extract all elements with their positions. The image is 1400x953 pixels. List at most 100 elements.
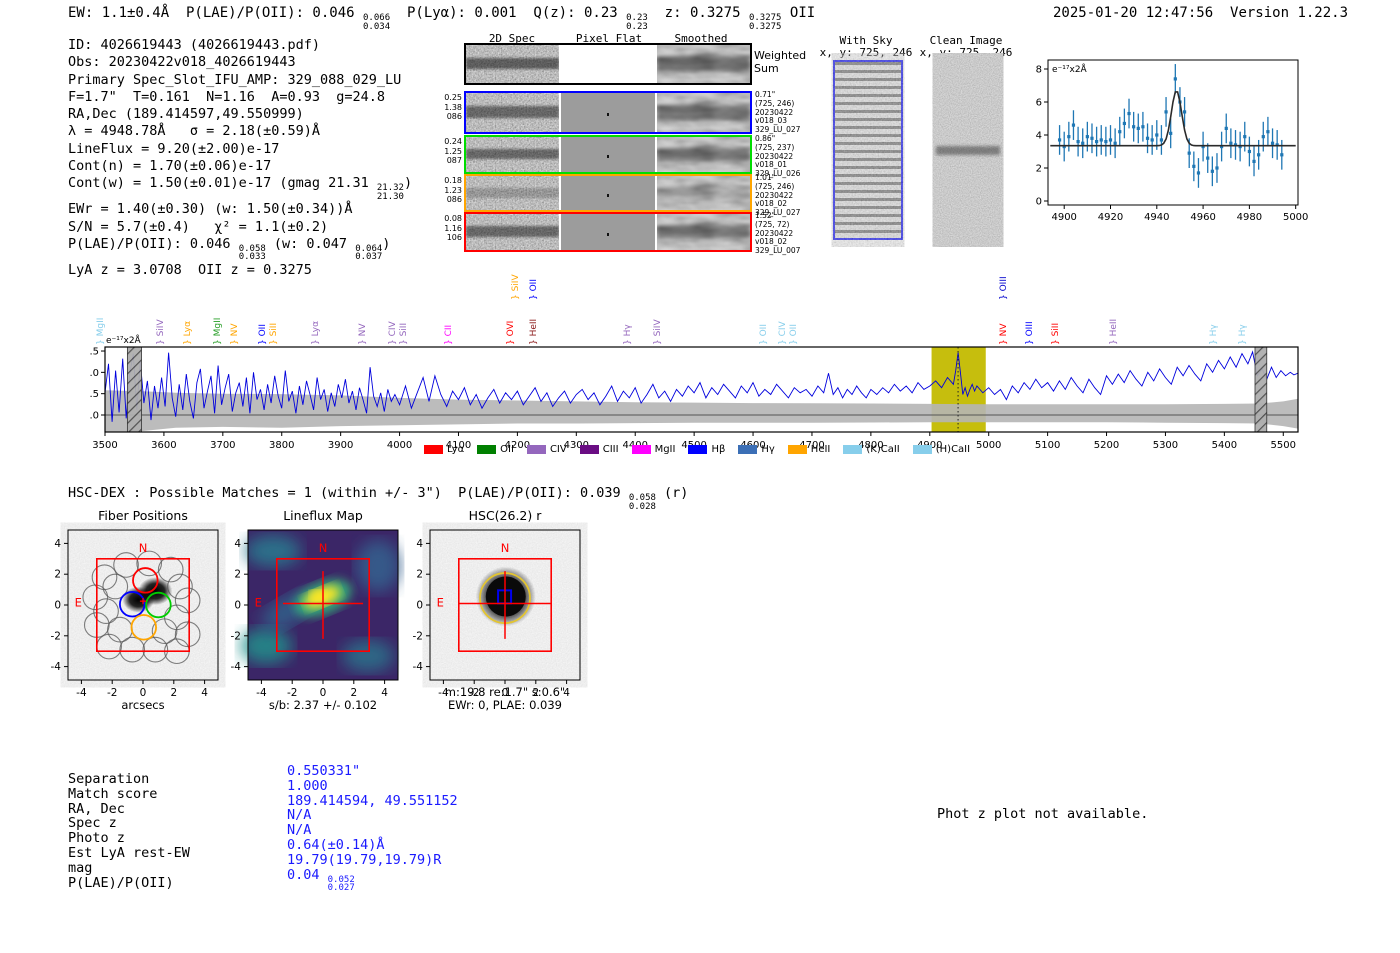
svg-text:-4: -4 [51, 661, 62, 673]
spec2d-exposure-row-1-flat-segment [561, 137, 655, 172]
row-2-left-label: 0.18 1.23 086 [444, 176, 462, 204]
lineflux-map-panel: NELineflux Map-4-4-2-2002244s/b: 2.37 +/… [231, 508, 400, 712]
info-line-7: Cont(n) = 1.70(±0.06)e-17 [68, 158, 272, 175]
detection-info-block: ID: 4026619443 (4026619443.pdf) Obs: 2023… [68, 37, 412, 279]
withsky-image [833, 60, 903, 240]
match-label-0: Separation [68, 771, 150, 787]
match-label-4: Photo z [68, 830, 125, 847]
svg-text:-2: -2 [51, 630, 61, 642]
flat-dot [607, 113, 610, 117]
svg-text:-4: -4 [76, 687, 87, 699]
legend-label-7: HeII [810, 444, 831, 455]
line-fit-plot: 4900 4920 4940 4960 4980 5000 0 2 4 6 8 e⁻¹⁷x2Å [1036, 59, 1308, 223]
withsky-coords: x, y: 725, 246 [819, 46, 913, 59]
timestamp: 2025-01-20 12:47:56 [1053, 5, 1214, 21]
svg-text:E: E [75, 596, 82, 610]
spec2d-exposure-row-3 [464, 212, 752, 252]
legend-label-2: CIV [549, 444, 567, 455]
version-label: Version 1.22.3 [1230, 5, 1349, 21]
spec2d-weighted-row [464, 43, 752, 85]
legend-label-1: OII [500, 444, 514, 455]
svg-text:3600: 3600 [151, 440, 176, 451]
legend-swatch-2 [526, 445, 546, 454]
spec2d-exposure-row-3-smooth-segment [656, 214, 750, 250]
svg-text:-2: -2 [413, 630, 423, 642]
svg-text:0: 0 [416, 600, 423, 612]
legend-item-3: CIII [579, 444, 619, 455]
svg-text:HSC(26.2) r: HSC(26.2) r [469, 508, 543, 523]
spec2d-exposure-row-3-noise-segment [466, 214, 560, 250]
svg-text:2: 2 [170, 687, 177, 699]
timestamp-version: 2025-01-20 12:47:56 Version 1.22.3 [1053, 5, 1348, 21]
svg-text:4: 4 [234, 538, 241, 550]
spec2d-exposure-row-3-flat-segment [561, 214, 655, 250]
info-line-2: Primary Spec_Slot_IFU_AMP: 329_088_029_L… [68, 71, 402, 88]
legend-swatch-6 [738, 445, 758, 454]
svg-text:4000: 4000 [387, 440, 412, 451]
summary-header: EW: 1.1±0.4Å P(LAE)/P(OII): 0.046 0.066 0… [68, 5, 816, 32]
info-line-11: P(LAE)/P(OII): 0.046 0.058 0.033 (w: 0.04… [68, 235, 391, 263]
match-value-5: 0.64(±0.14)Å [287, 836, 385, 853]
match-label-1: Match score [68, 785, 158, 802]
spec2d-exposure-row-1 [464, 135, 752, 174]
svg-text:2: 2 [234, 569, 241, 581]
legend-swatch-3 [579, 445, 599, 454]
info-line-1: Obs: 20230422v018_4026619443 [68, 54, 296, 71]
svg-text:s/b: 2.37 +/- 0.102: s/b: 2.37 +/- 0.102 [269, 698, 377, 712]
spec2d-exposure-row-0-smooth-segment [656, 93, 750, 132]
legend-label-3: CIII [602, 444, 619, 455]
clean-coords: x, y: 725, 246 [919, 46, 1013, 59]
legend-label-5: Hβ [711, 444, 726, 455]
match-value-2: 189.414594, 49.551152 [287, 792, 458, 809]
row-0-right-label: 0.71" (725, 246) 20230422 v018_03 329_LU_027 [755, 90, 801, 135]
svg-text:4: 4 [416, 538, 423, 550]
svg-text:m:19.8 re:1.7" s:0.6": m:19.8 re:1.7" s:0.6" [445, 685, 565, 699]
match-label-2: RA, Dec [68, 800, 125, 817]
match-table-values: 0.550331" 1.000 189.414594, 49.551152 N/A N/… [287, 764, 458, 893]
legend-item-6: Hγ [738, 444, 775, 455]
svg-text:EWr: 0, PLAE: 0.039: EWr: 0, PLAE: 0.039 [448, 698, 562, 712]
legend-label-4: MgII [654, 444, 676, 455]
svg-text:Fiber Positions: Fiber Positions [98, 508, 188, 523]
legend-item-2: CIV [526, 444, 567, 455]
info-line-9: EWr = 1.40(±0.30) (w: 1.50(±0.34))Å [68, 201, 353, 218]
svg-text:2: 2 [1036, 164, 1042, 175]
svg-text:0.0: 0.0 [90, 411, 99, 422]
match-value-7: 0.04 0.052 0.027 [287, 866, 355, 894]
svg-text:-2: -2 [107, 687, 117, 699]
spec2d-exposure-row-1-noise-segment [466, 137, 560, 172]
svg-text:4: 4 [201, 687, 208, 699]
svg-text:4: 4 [54, 538, 61, 550]
clean-noise [936, 62, 1000, 238]
match-table-labels: Separation Match score RA, Dec Spec z Photo … [68, 772, 190, 890]
legend-swatch-4 [631, 445, 651, 454]
row-1-left-label: 0.24 1.25 087 [444, 137, 462, 165]
spec2d-exposure-row-0-noise-segment [466, 93, 560, 132]
info-line-10: S/N = 5.7(±0.4) χ² = 1.1(±0.2) [68, 218, 329, 235]
info-line-4: RA,Dec (189.414597,49.550999) [68, 106, 304, 123]
fiber-positions-panel: NEFiber Positions-4-4-2-2002244arcsecs [51, 508, 219, 712]
svg-text:3900: 3900 [328, 440, 353, 451]
svg-text:5400: 5400 [1212, 440, 1237, 451]
legend-item-5: Hβ [688, 444, 725, 455]
spectrum-legend: Lyα OII CIV CIII MgII Hβ Hγ HeII (K)CaII (H)CaII [424, 444, 970, 455]
svg-text:4980: 4980 [1237, 212, 1262, 223]
match-label-6: mag [68, 859, 93, 876]
svg-text:5.0: 5.0 [90, 368, 99, 379]
clean-image [934, 60, 1002, 240]
spec2d-exposure-row-0 [464, 91, 752, 134]
info-line-8: Cont(w) = 1.50(±0.01)e-17 (gmag 21.31 21… [68, 175, 413, 202]
svg-text:-4: -4 [413, 661, 424, 673]
svg-text:3700: 3700 [210, 440, 235, 451]
legend-swatch-1 [477, 445, 497, 454]
flat-dot [607, 232, 610, 236]
info-line-5: λ = 4948.78Å σ = 2.18(±0.59)Å [68, 123, 320, 140]
info-line-0: ID: 4026619443 (4026619443.pdf) [68, 37, 320, 53]
photz-note: Phot z plot not available. [937, 806, 1149, 822]
row-3-right-label: 1.52" (725, 72) 20230422 v018_02 329_LU_007 [755, 211, 801, 256]
match-value-3: N/A [287, 807, 312, 824]
svg-text:2: 2 [416, 569, 423, 581]
svg-text:5000: 5000 [1283, 212, 1308, 223]
svg-text:-4: -4 [231, 661, 242, 673]
weighted-sum-label: Weighted Sum [754, 49, 807, 75]
